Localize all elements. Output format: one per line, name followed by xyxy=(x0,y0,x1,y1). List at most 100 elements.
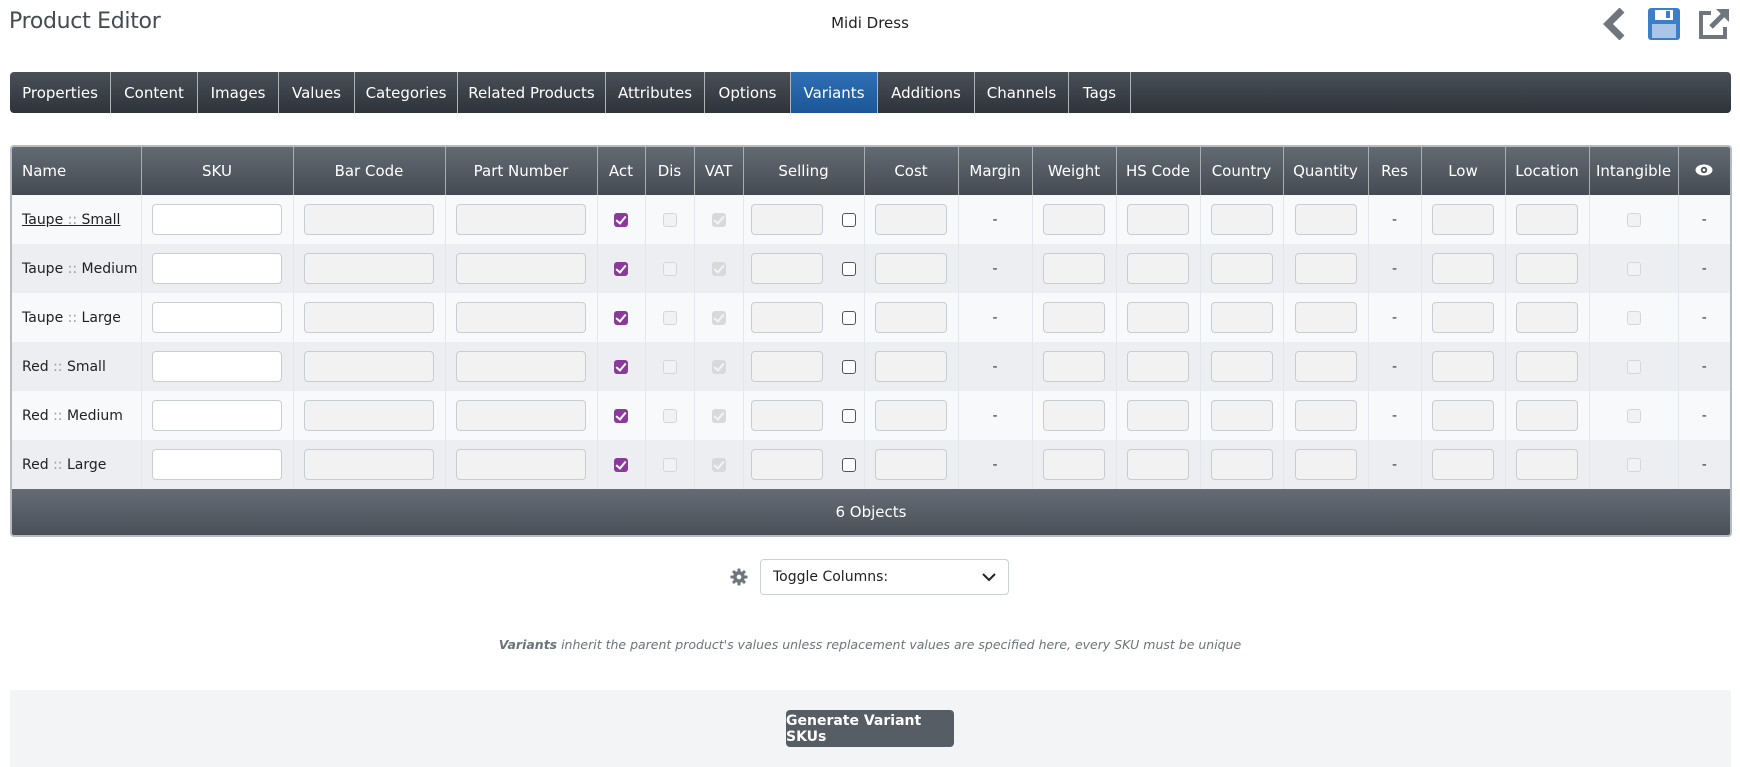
country-input[interactable] xyxy=(1210,253,1273,284)
country-input[interactable] xyxy=(1210,449,1273,480)
part-number-input[interactable] xyxy=(456,204,586,235)
bar-code-input[interactable] xyxy=(304,351,434,382)
intangible-checkbox[interactable] xyxy=(1626,408,1641,423)
dis-checkbox[interactable] xyxy=(662,212,677,227)
weight-input[interactable] xyxy=(1043,204,1105,235)
location-input[interactable] xyxy=(1516,253,1578,284)
col-header-low[interactable]: Low xyxy=(1421,147,1506,195)
intangible-checkbox[interactable] xyxy=(1626,359,1641,374)
external-link-icon[interactable] xyxy=(1696,6,1732,42)
cost-input[interactable] xyxy=(875,302,947,333)
selling-input[interactable] xyxy=(751,351,824,382)
back-chevron-icon[interactable] xyxy=(1596,6,1632,42)
cost-input[interactable] xyxy=(875,400,947,431)
tab-tags[interactable]: Tags xyxy=(1069,72,1131,113)
weight-input[interactable] xyxy=(1043,302,1105,333)
sku-input[interactable] xyxy=(152,302,282,333)
col-header-intangible[interactable]: Intangible xyxy=(1589,147,1679,195)
cost-input[interactable] xyxy=(875,351,947,382)
location-input[interactable] xyxy=(1516,204,1578,235)
sku-input[interactable] xyxy=(152,204,282,235)
col-header-visibility[interactable] xyxy=(1678,147,1730,195)
vat-checkbox[interactable] xyxy=(711,310,726,325)
hs-code-input[interactable] xyxy=(1127,204,1189,235)
selling-input[interactable] xyxy=(751,253,824,284)
bar-code-input[interactable] xyxy=(304,253,434,284)
part-number-input[interactable] xyxy=(456,351,586,382)
dis-checkbox[interactable] xyxy=(662,359,677,374)
tab-attributes[interactable]: Attributes xyxy=(606,72,705,113)
part-number-input[interactable] xyxy=(456,400,586,431)
col-header-quantity[interactable]: Quantity xyxy=(1283,147,1369,195)
hs-code-input[interactable] xyxy=(1127,351,1189,382)
part-number-input[interactable] xyxy=(456,449,586,480)
tab-images[interactable]: Images xyxy=(198,72,279,113)
selling-input[interactable] xyxy=(751,204,824,235)
low-input[interactable] xyxy=(1432,400,1494,431)
variant-name[interactable]: Taupe :: Small xyxy=(12,195,142,244)
intangible-checkbox[interactable] xyxy=(1626,261,1641,276)
selling-input[interactable] xyxy=(751,302,824,333)
part-number-input[interactable] xyxy=(456,253,586,284)
selling-override-checkbox[interactable] xyxy=(841,310,856,325)
intangible-checkbox[interactable] xyxy=(1626,212,1641,227)
tab-variants[interactable]: Variants xyxy=(791,72,878,113)
dis-checkbox[interactable] xyxy=(662,408,677,423)
selling-input[interactable] xyxy=(751,449,824,480)
weight-input[interactable] xyxy=(1043,253,1105,284)
tab-properties[interactable]: Properties xyxy=(10,72,111,113)
col-header-margin[interactable]: Margin xyxy=(958,147,1033,195)
col-header-location[interactable]: Location xyxy=(1505,147,1590,195)
intangible-checkbox[interactable] xyxy=(1626,457,1641,472)
col-header-part-number[interactable]: Part Number xyxy=(445,147,598,195)
cost-input[interactable] xyxy=(875,449,947,480)
vat-checkbox[interactable] xyxy=(711,408,726,423)
low-input[interactable] xyxy=(1432,351,1494,382)
col-header-country[interactable]: Country xyxy=(1200,147,1284,195)
selling-override-checkbox[interactable] xyxy=(841,457,856,472)
sku-input[interactable] xyxy=(152,351,282,382)
quantity-input[interactable] xyxy=(1294,400,1357,431)
quantity-input[interactable] xyxy=(1294,351,1357,382)
col-header-dis[interactable]: Dis xyxy=(645,147,695,195)
sku-input[interactable] xyxy=(152,449,282,480)
generate-variant-skus-button[interactable]: Generate Variant SKUs xyxy=(786,710,954,747)
tab-channels[interactable]: Channels xyxy=(975,72,1069,113)
weight-input[interactable] xyxy=(1043,449,1105,480)
quantity-input[interactable] xyxy=(1294,204,1357,235)
country-input[interactable] xyxy=(1210,204,1273,235)
bar-code-input[interactable] xyxy=(304,449,434,480)
col-header-cost[interactable]: Cost xyxy=(864,147,959,195)
weight-input[interactable] xyxy=(1043,351,1105,382)
col-header-hs-code[interactable]: HS Code xyxy=(1116,147,1201,195)
act-checkbox[interactable] xyxy=(614,408,628,423)
tab-content[interactable]: Content xyxy=(111,72,198,113)
variant-name[interactable]: Taupe :: Large xyxy=(12,293,142,342)
variant-name[interactable]: Red :: Large xyxy=(12,440,142,489)
hs-code-input[interactable] xyxy=(1127,400,1189,431)
col-header-vat[interactable]: VAT xyxy=(694,147,744,195)
save-icon[interactable] xyxy=(1646,6,1682,42)
part-number-input[interactable] xyxy=(456,302,586,333)
low-input[interactable] xyxy=(1432,204,1494,235)
country-input[interactable] xyxy=(1210,400,1273,431)
gear-icon[interactable] xyxy=(730,568,748,586)
location-input[interactable] xyxy=(1516,302,1578,333)
location-input[interactable] xyxy=(1516,351,1578,382)
vat-checkbox[interactable] xyxy=(711,261,726,276)
col-header-res[interactable]: Res xyxy=(1368,147,1422,195)
col-header-sku[interactable]: SKU xyxy=(141,147,294,195)
tab-values[interactable]: Values xyxy=(279,72,355,113)
variant-name[interactable]: Taupe :: Medium xyxy=(12,244,142,293)
variant-name[interactable]: Red :: Medium xyxy=(12,391,142,440)
tab-related-products[interactable]: Related Products xyxy=(458,72,606,113)
weight-input[interactable] xyxy=(1043,400,1105,431)
location-input[interactable] xyxy=(1516,449,1578,480)
dis-checkbox[interactable] xyxy=(662,310,677,325)
dis-checkbox[interactable] xyxy=(662,457,677,472)
col-header-weight[interactable]: Weight xyxy=(1032,147,1117,195)
location-input[interactable] xyxy=(1516,400,1578,431)
cost-input[interactable] xyxy=(875,204,947,235)
selling-input[interactable] xyxy=(751,400,824,431)
bar-code-input[interactable] xyxy=(304,400,434,431)
